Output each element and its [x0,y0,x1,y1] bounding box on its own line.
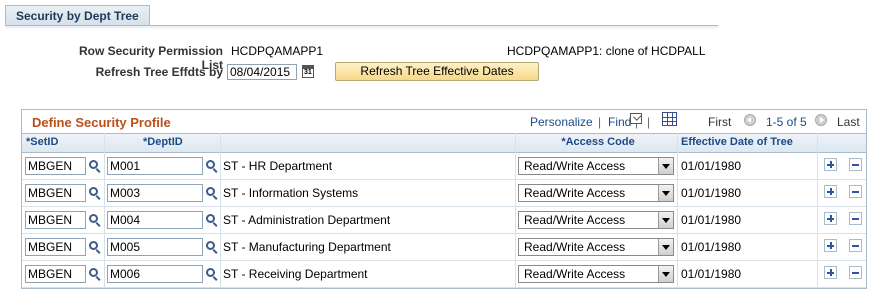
deptid-lookup-icon[interactable] [206,160,215,169]
chevron-down-icon[interactable] [658,158,673,174]
effective-date: 01/01/1980 [681,186,742,200]
setid-input[interactable] [25,265,86,283]
tab-fade [5,26,718,30]
delete-row-button[interactable] [849,158,862,171]
access-code-value: Read/Write Access [524,213,626,227]
column-access-code[interactable]: *Access Code [518,136,678,148]
add-row-button[interactable] [824,185,837,198]
tab-security-by-dept-tree[interactable]: Security by Dept Tree [5,5,150,26]
deptid-lookup-icon[interactable] [206,241,215,250]
deptid-input[interactable] [107,238,203,256]
find-link[interactable]: Find [608,115,631,129]
deptid-lookup-icon[interactable] [206,268,215,277]
setid-input[interactable] [25,211,86,229]
nav-separator: | [647,115,651,129]
add-row-button[interactable] [824,158,837,171]
row-range: 1-5 of 5 [766,115,807,129]
deptid-input[interactable] [107,184,203,202]
previous-icon [744,114,756,126]
zoom-icon[interactable] [630,113,642,124]
grid-header-row: *SetID *DeptID *Access Code Effective Da… [22,133,866,153]
delete-row-button[interactable] [849,266,862,279]
add-row-button[interactable] [824,212,837,225]
add-row-button[interactable] [824,266,837,279]
effective-date: 01/01/1980 [681,159,742,173]
column-effective-date[interactable]: Effective Date of Tree [681,136,793,148]
setid-input[interactable] [25,157,86,175]
personalize-link[interactable]: Personalize [530,115,593,129]
table-row: ST - Manufacturing Department Read/Write… [22,233,866,261]
perm-list-description: HCDPQAMAPP1: clone of HCDPALL [507,44,706,58]
chevron-down-icon[interactable] [658,185,673,201]
perm-list-value: HCDPQAMAPP1 [231,44,324,58]
dept-description: ST - Manufacturing Department [223,240,391,254]
column-setid[interactable]: *SetID [26,136,58,148]
setid-input[interactable] [25,238,86,256]
dept-description: ST - Information Systems [223,186,359,200]
refresh-date-input[interactable] [227,64,297,80]
access-code-select[interactable]: Read/Write Access [518,211,674,229]
add-row-button[interactable] [824,239,837,252]
access-code-select[interactable]: Read/Write Access [518,157,674,175]
setid-lookup-icon[interactable] [89,268,98,277]
access-code-value: Read/Write Access [524,186,626,200]
setid-input[interactable] [25,184,86,202]
setid-lookup-icon[interactable] [89,214,98,223]
chevron-down-icon[interactable] [658,239,673,255]
deptid-input[interactable] [107,265,203,283]
table-row: ST - Administration Department Read/Writ… [22,206,866,234]
access-code-select[interactable]: Read/Write Access [518,238,674,256]
next-icon [815,114,827,126]
first-label: First [708,115,732,129]
security-profile-grid: Define Security Profile Personalize | Fi… [21,109,867,289]
access-code-select[interactable]: Read/Write Access [518,265,674,283]
last-label: Last [837,115,860,129]
table-row: ST - Information Systems Read/Write Acce… [22,179,866,207]
access-code-value: Read/Write Access [524,240,626,254]
refresh-date-label: Refresh Tree Effdts by [95,65,223,79]
setid-lookup-icon[interactable] [89,241,98,250]
download-icon[interactable] [662,112,677,126]
deptid-input[interactable] [107,157,203,175]
effective-date: 01/01/1980 [681,240,742,254]
grid-title: Define Security Profile [32,115,171,130]
calendar-icon[interactable] [302,65,314,78]
dept-description: ST - Administration Department [223,213,391,227]
chevron-down-icon[interactable] [658,266,673,282]
setid-lookup-icon[interactable] [89,160,98,169]
access-code-select[interactable]: Read/Write Access [518,184,674,202]
delete-row-button[interactable] [849,239,862,252]
setid-lookup-icon[interactable] [89,187,98,196]
table-row: ST - Receiving Department Read/Write Acc… [22,260,866,288]
deptid-lookup-icon[interactable] [206,187,215,196]
refresh-tree-effective-dates-button[interactable]: Refresh Tree Effective Dates [335,62,539,81]
access-code-value: Read/Write Access [524,267,626,281]
delete-row-button[interactable] [849,185,862,198]
deptid-lookup-icon[interactable] [206,214,215,223]
effective-date: 01/01/1980 [681,213,742,227]
effective-date: 01/01/1980 [681,267,742,281]
nav-separator: | [598,115,602,129]
chevron-down-icon[interactable] [658,212,673,228]
dept-description: ST - Receiving Department [223,267,368,281]
access-code-value: Read/Write Access [524,159,626,173]
column-deptid[interactable]: *DeptID [143,136,183,148]
dept-description: ST - HR Department [223,159,333,173]
table-row: ST - HR Department Read/Write Access 01/… [22,152,866,180]
deptid-input[interactable] [107,211,203,229]
delete-row-button[interactable] [849,212,862,225]
